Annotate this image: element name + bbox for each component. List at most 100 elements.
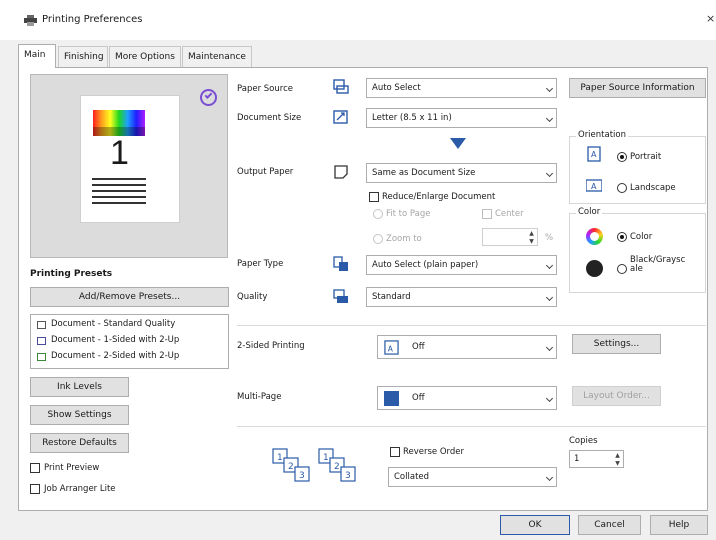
close-icon[interactable]: × bbox=[706, 12, 715, 25]
two-sided-settings-button[interactable]: Settings... bbox=[572, 334, 661, 354]
zoom-to-label: Zoom to bbox=[386, 234, 422, 244]
portrait-icon: A bbox=[587, 146, 601, 162]
collate-value: Collated bbox=[394, 472, 430, 482]
ink-levels-button[interactable]: Ink Levels bbox=[30, 377, 129, 397]
two-sided-label: 2-Sided Printing bbox=[237, 341, 305, 351]
reduce-enlarge-label: Reduce/Enlarge Document bbox=[382, 192, 496, 202]
output-paper-icon bbox=[334, 165, 348, 179]
layout-order-button[interactable]: Layout Order... bbox=[572, 386, 661, 406]
preview-text-line bbox=[92, 178, 146, 180]
reverse-order-checkbox[interactable] bbox=[390, 447, 400, 457]
copies-label: Copies bbox=[569, 436, 598, 446]
svg-text:A: A bbox=[591, 182, 597, 191]
restore-defaults-button[interactable]: Restore Defaults bbox=[30, 433, 129, 453]
document-size-select[interactable]: Letter (8.5 x 11 in) bbox=[366, 108, 557, 128]
add-remove-presets-button[interactable]: Add/Remove Presets... bbox=[30, 287, 229, 307]
preview-page-number: 1 bbox=[110, 134, 129, 172]
help-button[interactable]: Help bbox=[650, 515, 708, 535]
svg-text:3: 3 bbox=[299, 471, 305, 481]
separator bbox=[237, 325, 706, 326]
portrait-label: Portrait bbox=[630, 152, 662, 162]
chevron-down-icon bbox=[545, 261, 554, 270]
two-sided-icon: A bbox=[384, 340, 399, 355]
preset-label: Document - 2-Sided with 2-Up bbox=[51, 351, 180, 361]
collate-stack-icon: 1 2 3 bbox=[318, 448, 356, 482]
paper-source-value: Auto Select bbox=[372, 83, 421, 93]
output-paper-label: Output Paper bbox=[237, 167, 294, 177]
multi-page-select[interactable]: Off bbox=[377, 386, 557, 410]
fit-to-page-label: Fit to Page bbox=[386, 209, 431, 219]
cancel-button[interactable]: Cancel bbox=[578, 515, 641, 535]
printer-icon bbox=[24, 15, 37, 26]
job-arranger-checkbox[interactable] bbox=[30, 484, 40, 494]
paper-source-information-button[interactable]: Paper Source Information bbox=[569, 78, 706, 98]
preset-label: Document - 1-Sided with 2-Up bbox=[51, 335, 180, 345]
percent-label: % bbox=[545, 233, 554, 243]
two-sided-value: Off bbox=[412, 342, 425, 352]
landscape-label: Landscape bbox=[630, 183, 676, 193]
preview-text-line bbox=[92, 190, 146, 192]
svg-text:3: 3 bbox=[345, 471, 351, 481]
orientation-title: Orientation bbox=[576, 130, 628, 140]
reverse-order-label: Reverse Order bbox=[403, 447, 465, 457]
landscape-radio[interactable] bbox=[617, 183, 627, 193]
tab-main[interactable]: Main bbox=[18, 44, 56, 68]
black-grayscale-radio[interactable] bbox=[617, 264, 627, 274]
zoom-to-radio[interactable] bbox=[373, 234, 383, 244]
collate-select[interactable]: Collated bbox=[388, 467, 557, 487]
document-preset-icon bbox=[37, 321, 46, 329]
copies-stepper[interactable]: 1 ▲ ▼ bbox=[569, 450, 624, 468]
paper-source-select[interactable]: Auto Select bbox=[366, 78, 557, 98]
document-size-value: Letter (8.5 x 11 in) bbox=[372, 113, 452, 123]
center-checkbox[interactable] bbox=[482, 209, 492, 219]
color-option-label: Color bbox=[630, 232, 653, 242]
document-2up-preset-icon bbox=[37, 337, 46, 345]
paper-type-icon bbox=[333, 256, 348, 271]
svg-text:1: 1 bbox=[323, 453, 329, 463]
svg-text:2: 2 bbox=[288, 462, 294, 472]
quality-select[interactable]: Standard bbox=[366, 287, 557, 307]
svg-text:A: A bbox=[591, 150, 597, 159]
quality-icon bbox=[333, 289, 348, 303]
spin-down-icon[interactable]: ▼ bbox=[527, 238, 536, 245]
paper-type-select[interactable]: Auto Select (plain paper) bbox=[366, 255, 557, 275]
preview-page: 1 bbox=[80, 95, 180, 223]
fit-to-page-radio[interactable] bbox=[373, 209, 383, 219]
spin-up-icon[interactable]: ▲ bbox=[613, 452, 622, 459]
tab-more-options[interactable]: More Options bbox=[109, 46, 181, 67]
color-group bbox=[569, 213, 706, 293]
document-size-label: Document Size bbox=[237, 113, 302, 123]
output-paper-select[interactable]: Same as Document Size bbox=[366, 163, 557, 183]
presets-list: Document - Standard Quality Document - 1… bbox=[30, 314, 229, 369]
show-settings-button[interactable]: Show Settings bbox=[30, 405, 129, 425]
output-paper-value: Same as Document Size bbox=[372, 168, 476, 178]
chevron-down-icon bbox=[545, 114, 554, 123]
title-bar: Printing Preferences × bbox=[0, 0, 716, 40]
spin-down-icon[interactable]: ▼ bbox=[613, 460, 622, 467]
document-size-icon bbox=[333, 110, 348, 124]
chevron-down-icon bbox=[545, 84, 554, 93]
ok-button[interactable]: OK bbox=[500, 515, 570, 535]
two-sided-select[interactable]: A Off bbox=[377, 335, 557, 359]
multi-page-label: Multi-Page bbox=[237, 392, 282, 402]
reduce-enlarge-checkbox[interactable] bbox=[369, 192, 379, 202]
tab-maintenance[interactable]: Maintenance bbox=[182, 46, 252, 67]
printing-presets-heading: Printing Presets bbox=[30, 269, 113, 279]
tab-finishing[interactable]: Finishing bbox=[58, 46, 108, 67]
color-radio[interactable] bbox=[617, 232, 627, 242]
color-wheel-icon bbox=[586, 228, 603, 245]
job-arranger-label: Job Arranger Lite bbox=[44, 484, 116, 494]
print-preview-checkbox[interactable] bbox=[30, 463, 40, 473]
paper-type-label: Paper Type bbox=[237, 259, 284, 269]
spin-up-icon[interactable]: ▲ bbox=[527, 230, 536, 237]
color-title: Color bbox=[576, 207, 603, 217]
quality-value: Standard bbox=[372, 292, 411, 302]
zoom-percent-stepper[interactable]: ▲ ▼ bbox=[482, 228, 538, 246]
portrait-radio[interactable] bbox=[617, 152, 627, 162]
paper-source-icon bbox=[333, 79, 349, 94]
chevron-down-icon bbox=[545, 473, 554, 482]
print-preview-label: Print Preview bbox=[44, 463, 100, 473]
preview-text-line bbox=[92, 202, 146, 204]
multi-page-value: Off bbox=[412, 393, 425, 403]
copies-value: 1 bbox=[574, 454, 580, 464]
